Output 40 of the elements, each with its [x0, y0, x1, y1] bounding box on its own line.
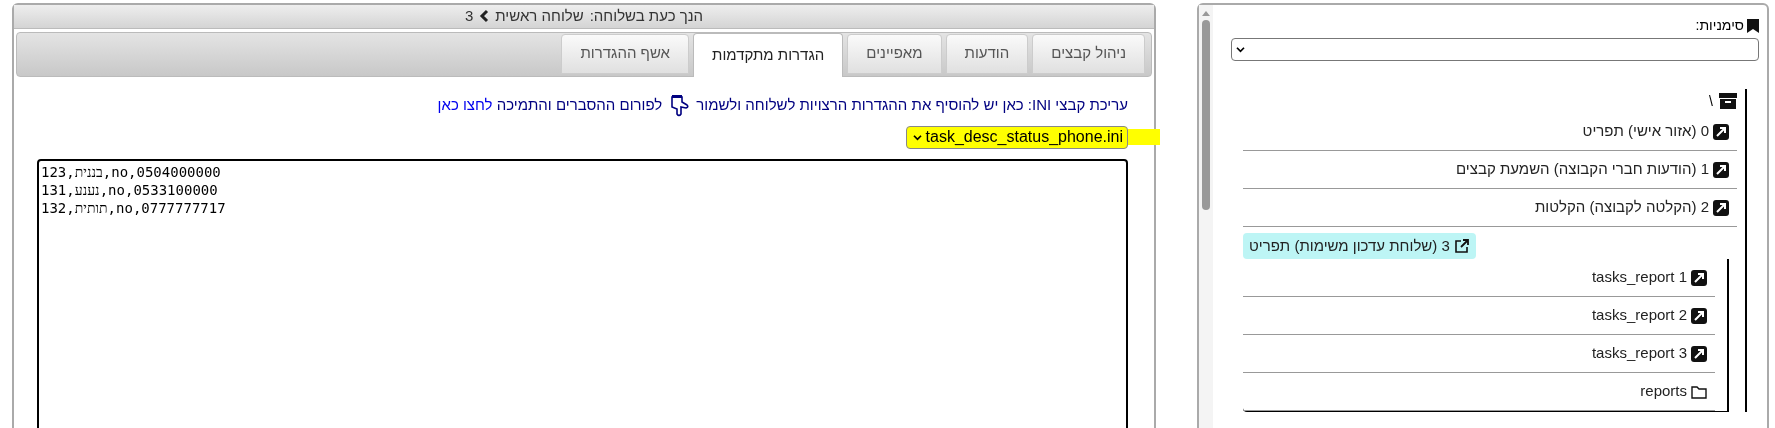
- text-editor[interactable]: 123,בננית,no,0504000000 131,נענע,no,0533100000 132,תותית,no,0777777717: [37, 158, 1128, 428]
- shortcut-icon: [1691, 307, 1707, 324]
- bookmarks-label: סימניות:: [1695, 16, 1744, 35]
- folder-icon: [1691, 383, 1707, 400]
- tree-item[interactable]: 2 (הקלטה לקבוצה) הקלטות: [1243, 189, 1737, 227]
- tree-root[interactable]: \: [1709, 90, 1713, 112]
- caret-icon: [1236, 46, 1245, 53]
- breadcrumb-label: הנך כעת בשלוחה:: [589, 6, 704, 26]
- shortcut-icon: [1691, 345, 1707, 362]
- scrollbar[interactable]: [1199, 5, 1213, 428]
- tree-item[interactable]: 0 (אזור אישי) תפריט: [1243, 113, 1737, 151]
- bookmarks-select[interactable]: [1231, 38, 1759, 61]
- pointing-hand-icon: [668, 93, 691, 118]
- tree-item[interactable]: tasks_report 1: [1243, 259, 1715, 297]
- forum-text: לפורום ההסברים והתמיכה לחצו כאן: [437, 95, 663, 116]
- breadcrumb-item[interactable]: שלוחה ראשית: [495, 5, 584, 28]
- tab[interactable]: אשף ההגדרות: [561, 33, 689, 74]
- notice-text: עריכת קבצי INI: כאן יש להוסיף את ההגדרות הרצויות לשלוחה ולשמור: [696, 95, 1128, 116]
- breadcrumb-item[interactable]: 3: [464, 5, 474, 28]
- tab[interactable]: הגדרות מתקדמות: [693, 32, 844, 77]
- shortcut-icon: [1713, 199, 1729, 216]
- tree-item[interactable]: reports: [1243, 373, 1715, 411]
- tree-item[interactable]: 1 (הודעות חברי הקבוצה) השמעת קבצים: [1243, 151, 1737, 189]
- tab[interactable]: ניהול קבצים: [1032, 33, 1145, 74]
- shortcut-icon: [1713, 161, 1729, 178]
- file-select[interactable]: task_desc_status_phone.ini: [905, 125, 1128, 149]
- tree-item[interactable]: tasks_report 2: [1243, 297, 1715, 335]
- tab[interactable]: מאפיינים: [847, 33, 942, 74]
- chevron-icon: [479, 9, 490, 24]
- tree-item[interactable]: 3 (שלוחת עדכון משימות) תפריט: [1243, 233, 1476, 259]
- external-link-icon: [1453, 238, 1470, 254]
- bookmark-icon: [1747, 18, 1759, 33]
- highlight-mark: [1128, 129, 1160, 145]
- shortcut-icon: [1713, 123, 1729, 140]
- caret-icon: [912, 133, 922, 141]
- tree-item[interactable]: tasks_report 3: [1243, 335, 1715, 373]
- forum-link[interactable]: לחצו כאן: [437, 96, 493, 114]
- shortcut-icon: [1691, 269, 1707, 286]
- tab[interactable]: הודעות: [945, 33, 1029, 74]
- archive-box-icon: [1719, 93, 1737, 109]
